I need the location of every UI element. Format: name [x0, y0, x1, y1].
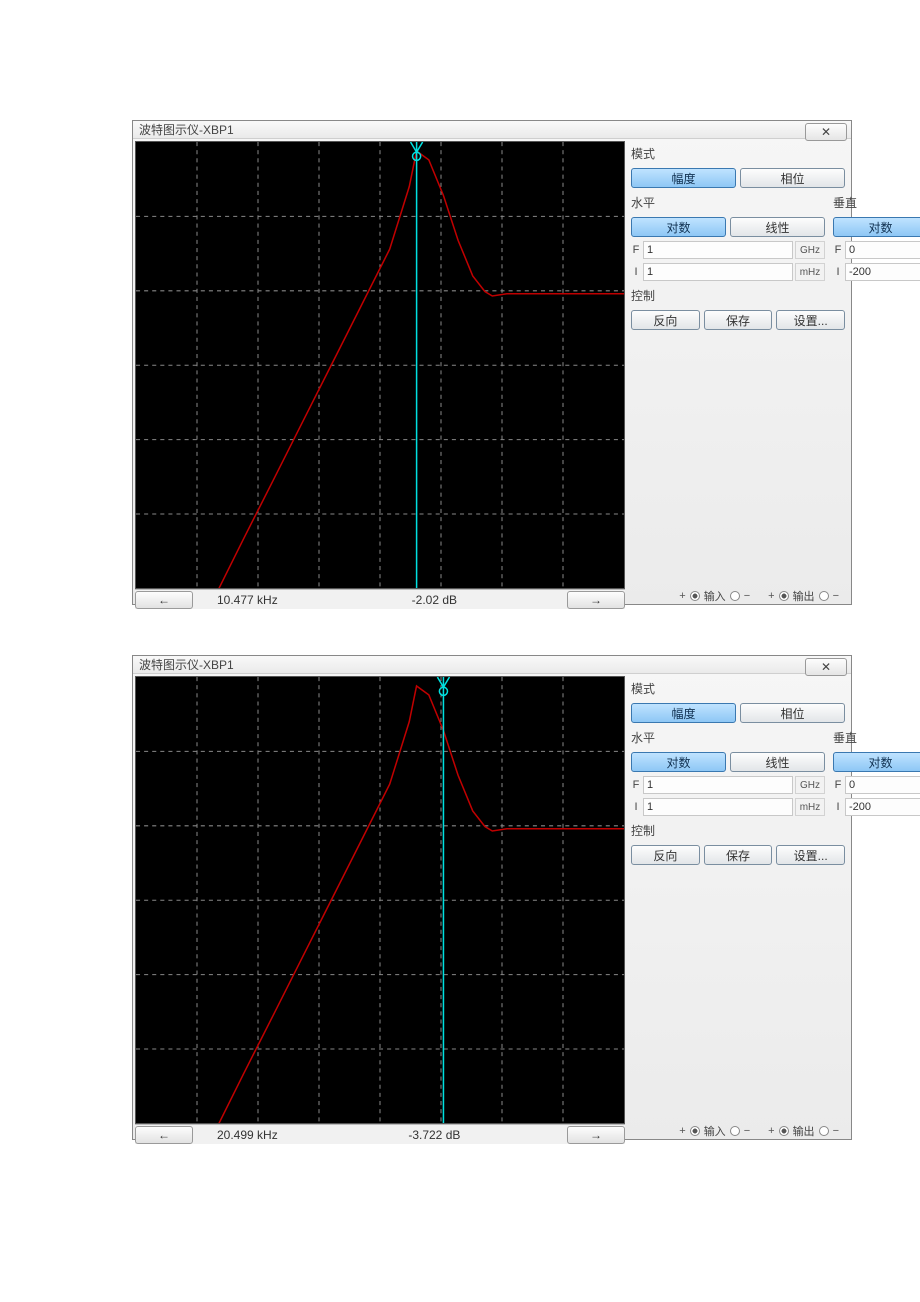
h-F-label: F — [631, 779, 641, 791]
h-F-input[interactable] — [643, 776, 793, 794]
mode-group-label: 模式 — [631, 678, 845, 699]
h-F-label: F — [631, 244, 641, 256]
save-button[interactable]: 保存 — [704, 845, 773, 865]
arrow-right-icon: → — [590, 1128, 602, 1142]
minus-icon: − — [744, 1125, 750, 1137]
cursor-left-button[interactable]: ← — [135, 1126, 193, 1144]
vertical-group-label: 垂直 — [833, 192, 920, 213]
output-label: 输出 — [793, 1123, 815, 1139]
control-group-label: 控制 — [631, 285, 845, 306]
vertical-group-label: 垂直 — [833, 727, 920, 748]
v-I-input[interactable] — [845, 798, 920, 816]
v-I-label: I — [833, 266, 843, 278]
bode-plot-canvas[interactable] — [135, 141, 625, 589]
arrow-left-icon: ← — [158, 1128, 170, 1142]
v-I-input[interactable] — [845, 263, 920, 281]
input-label: 输入 — [704, 588, 726, 604]
save-button[interactable]: 保存 — [704, 310, 773, 330]
close-icon: ✕ — [821, 660, 831, 674]
bode-plot-canvas[interactable] — [135, 676, 625, 1124]
h-I-input[interactable] — [643, 263, 793, 281]
output-label: 输出 — [793, 588, 815, 604]
control-panel: 模式 幅度 相位 水平 对数 线性 F — [627, 139, 851, 611]
h-F-input[interactable] — [643, 241, 793, 259]
input-label: 输入 — [704, 1123, 726, 1139]
h-I-unit[interactable]: mHz — [795, 263, 825, 281]
arrow-right-icon: → — [590, 593, 602, 607]
reverse-button[interactable]: 反向 — [631, 845, 700, 865]
h-I-label: I — [631, 266, 641, 278]
output-minus-terminal[interactable] — [819, 1126, 829, 1136]
cursor-right-button[interactable]: → — [567, 1126, 625, 1144]
titlebar[interactable]: 波特图示仪-XBP1 ✕ — [133, 656, 851, 674]
input-minus-terminal[interactable] — [730, 591, 740, 601]
v-log-button[interactable]: 对数 — [833, 752, 920, 772]
v-F-label: F — [833, 244, 843, 256]
plus-icon: + — [679, 1125, 685, 1137]
plot-grid — [136, 677, 624, 1123]
control-group-label: 控制 — [631, 820, 845, 841]
horizontal-group-label: 水平 — [631, 192, 825, 213]
horizontal-group-label: 水平 — [631, 727, 825, 748]
cursor-left-button[interactable]: ← — [135, 591, 193, 609]
close-icon: ✕ — [821, 125, 831, 139]
window-title: 波特图示仪-XBP1 — [139, 656, 234, 673]
bode-plotter-window: 波特图示仪-XBP1 ✕ ← — [132, 655, 852, 1140]
minus-icon: − — [744, 590, 750, 602]
output-minus-terminal[interactable] — [819, 591, 829, 601]
v-F-label: F — [833, 779, 843, 791]
h-I-unit[interactable]: mHz — [795, 798, 825, 816]
magnitude-mode-button[interactable]: 幅度 — [631, 703, 736, 723]
h-I-label: I — [631, 801, 641, 813]
settings-button[interactable]: 设置... — [776, 310, 845, 330]
input-plus-terminal[interactable] — [690, 591, 700, 601]
v-log-button[interactable]: 对数 — [833, 217, 920, 237]
plot-grid — [136, 142, 624, 588]
settings-button[interactable]: 设置... — [776, 845, 845, 865]
v-F-input[interactable] — [845, 776, 920, 794]
minus-icon: − — [833, 590, 839, 602]
minus-icon: − — [833, 1125, 839, 1137]
input-minus-terminal[interactable] — [730, 1126, 740, 1136]
plus-icon: + — [768, 1125, 774, 1137]
output-plus-terminal[interactable] — [779, 1126, 789, 1136]
phase-mode-button[interactable]: 相位 — [740, 168, 845, 188]
h-log-button[interactable]: 对数 — [631, 217, 726, 237]
output-plus-terminal[interactable] — [779, 591, 789, 601]
cursor-magnitude-readout: -3.722 dB — [384, 1128, 484, 1142]
plus-icon: + — [768, 590, 774, 602]
readout-bar: ← 20.499 kHz -3.722 dB → — [135, 1124, 625, 1144]
control-panel: 模式 幅度 相位 水平 对数 线性 F — [627, 674, 851, 1146]
io-footer: + 输入 − + 输出 − — [631, 587, 845, 607]
h-linear-button[interactable]: 线性 — [730, 752, 825, 772]
io-footer: + 输入 − + 输出 − — [631, 1122, 845, 1142]
h-linear-button[interactable]: 线性 — [730, 217, 825, 237]
magnitude-mode-button[interactable]: 幅度 — [631, 168, 736, 188]
mode-group-label: 模式 — [631, 143, 845, 164]
h-I-input[interactable] — [643, 798, 793, 816]
v-F-input[interactable] — [845, 241, 920, 259]
plus-icon: + — [679, 590, 685, 602]
phase-mode-button[interactable]: 相位 — [740, 703, 845, 723]
cursor-frequency-readout: 10.477 kHz — [193, 593, 302, 607]
titlebar[interactable]: 波特图示仪-XBP1 ✕ — [133, 121, 851, 139]
bode-plotter-window: 波特图示仪-XBP1 ✕ ← — [132, 120, 852, 605]
v-I-label: I — [833, 801, 843, 813]
readout-bar: ← 10.477 kHz -2.02 dB → — [135, 589, 625, 609]
h-log-button[interactable]: 对数 — [631, 752, 726, 772]
h-F-unit[interactable]: GHz — [795, 241, 825, 259]
close-button[interactable]: ✕ — [805, 123, 847, 141]
cursor-right-button[interactable]: → — [567, 591, 625, 609]
reverse-button[interactable]: 反向 — [631, 310, 700, 330]
h-F-unit[interactable]: GHz — [795, 776, 825, 794]
input-plus-terminal[interactable] — [690, 1126, 700, 1136]
close-button[interactable]: ✕ — [805, 658, 847, 676]
cursor-magnitude-readout: -2.02 dB — [388, 593, 481, 607]
window-title: 波特图示仪-XBP1 — [139, 121, 234, 138]
arrow-left-icon: ← — [158, 593, 170, 607]
cursor-frequency-readout: 20.499 kHz — [193, 1128, 302, 1142]
